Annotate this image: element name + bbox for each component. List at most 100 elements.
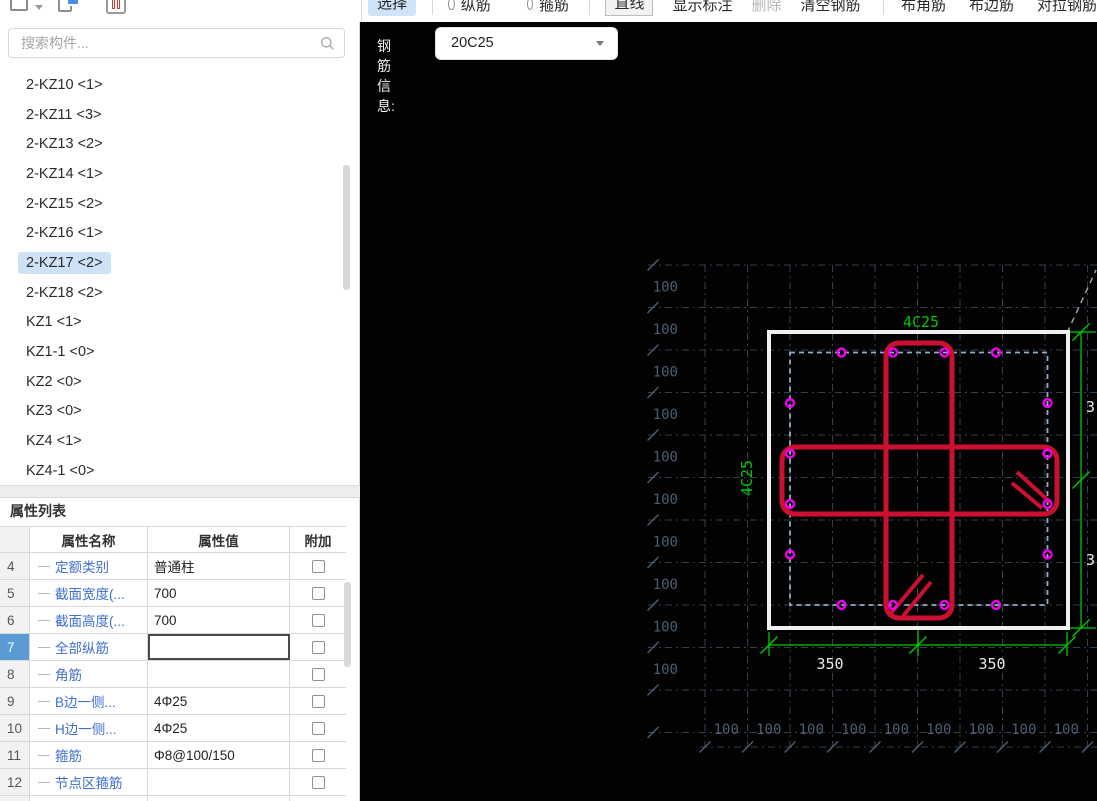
properties-title: 属性列表: [10, 503, 66, 519]
extra-checkbox[interactable]: [311, 586, 325, 600]
property-row-number: 11: [0, 742, 30, 768]
component-list: 2-KZ10 <1> 2-KZ11 <3> 2-KZ13 <2> 2-KZ14 <1>…: [0, 70, 352, 485]
delete-icon[interactable]: [106, 0, 126, 14]
tool-item[interactable]: 直线: [605, 0, 654, 16]
extra-checkbox[interactable]: [311, 667, 325, 681]
header-value: 属性值: [148, 527, 290, 552]
tree-connector: [38, 619, 50, 621]
property-row-number: 12: [0, 769, 30, 795]
property-row-number: 5: [0, 580, 30, 606]
property-row-number: 8: [0, 661, 30, 687]
tree-connector: [38, 754, 50, 756]
ruler-label-bottom: 100: [1054, 722, 1079, 738]
property-value-cell[interactable]: [148, 661, 290, 687]
radio-label[interactable]: 箍筋: [539, 0, 569, 15]
list-item[interactable]: 2-KZ17 <2>: [0, 248, 352, 278]
dim-text-right: 3: [1086, 398, 1095, 416]
list-item-label: 2-KZ13 <2>: [26, 136, 103, 153]
property-row: 12 节点区箍筋: [0, 769, 346, 796]
list-item[interactable]: KZ1-1 <0>: [0, 337, 352, 367]
tool-item[interactable]: 布角筋: [901, 0, 946, 15]
extra-checkbox[interactable]: [311, 721, 325, 735]
rebar-info-dropdown[interactable]: 20C25: [435, 27, 618, 60]
properties-table: 属性名称 属性值 附加 4 定额类别 普通柱 5 截面宽度(... 700 6 截…: [0, 526, 346, 801]
header-extra: 附加: [304, 533, 332, 549]
list-item[interactable]: 2-KZ15 <2>: [0, 189, 352, 219]
list-item[interactable]: 2-KZ14 <1>: [0, 159, 352, 189]
property-row: 8 角筋: [0, 661, 346, 688]
properties-scrollbar[interactable]: [344, 582, 351, 667]
tool-item[interactable]: 显示标注: [672, 0, 732, 15]
property-name: 节点区箍筋: [30, 769, 148, 795]
property-value-cell[interactable]: [148, 769, 290, 795]
property-value-cell[interactable]: [148, 634, 290, 660]
extra-checkbox[interactable]: [311, 694, 325, 708]
list-item-label: KZ2 <0>: [26, 373, 82, 390]
ruler-label-bottom: 100: [969, 722, 994, 738]
property-value-cell[interactable]: 普通柱: [148, 553, 290, 579]
top-toolbar: 选择 纵筋 箍筋 直线 显示标注 删除 清空钢筋 布角筋 布边筋 对拉钢筋: [0, 0, 1097, 22]
delete-icon-bar: [112, 0, 115, 9]
tool-item[interactable]: 布边筋: [969, 0, 1014, 15]
property-row-number: 9: [0, 688, 30, 714]
drawing-canvas[interactable]: 100 100 100 100 100 100 100 100 100 100 100 100 100 1…: [360, 22, 1097, 801]
tool-item[interactable]: 清空钢筋: [801, 0, 861, 15]
property-value-cell[interactable]: 4Φ25: [148, 715, 290, 741]
tool-item[interactable]: 删除: [751, 0, 781, 15]
copy-icon[interactable]: [58, 0, 84, 18]
list-item[interactable]: KZ2 <0>: [0, 367, 352, 397]
list-item[interactable]: 2-KZ16 <1>: [0, 218, 352, 248]
extra-checkbox[interactable]: [311, 640, 325, 654]
select-tool-button[interactable]: 选择: [368, 0, 417, 16]
property-value-cell[interactable]: 按截面: [148, 796, 290, 801]
list-item-label: 2-KZ18 <2>: [26, 284, 103, 301]
extra-checkbox[interactable]: [311, 748, 325, 762]
property-name: 定额类别: [30, 553, 148, 579]
list-item-label: 2-KZ16 <1>: [26, 225, 103, 242]
property-extra-cell: [290, 688, 346, 714]
list-item[interactable]: 2-KZ11 <3>: [0, 100, 352, 130]
radio-longitudinal[interactable]: [448, 0, 455, 10]
radio-stirrup[interactable]: [526, 0, 534, 10]
property-row: 6 截面高度(... 700: [0, 607, 346, 634]
ruler-label-bottom: 100: [1011, 722, 1036, 738]
extra-checkbox[interactable]: [311, 559, 325, 573]
property-row: 13 箍筋肢数 按截面: [0, 796, 346, 801]
panel-splitter[interactable]: [0, 485, 360, 498]
search-input[interactable]: [9, 29, 344, 57]
column-section-drawing[interactable]: 100 100 100 100 100 100 100 100 100 100 100 100 100 1…: [360, 22, 1097, 801]
tool-item[interactable]: 对拉钢筋: [1037, 0, 1097, 15]
component-actions: [0, 0, 360, 22]
new-component-icon[interactable]: [10, 0, 28, 11]
list-item-label: 2-KZ10 <1>: [26, 76, 103, 93]
list-item[interactable]: KZ4-1 <0>: [0, 456, 352, 485]
component-list-scrollbar[interactable]: [343, 165, 350, 290]
property-value-cell[interactable]: 700: [148, 607, 290, 633]
new-component-dropdown-icon[interactable]: [35, 5, 43, 10]
ruler-label-bottom: 100: [841, 722, 866, 738]
extra-checkbox[interactable]: [311, 613, 325, 627]
list-item[interactable]: KZ4 <1>: [0, 426, 352, 456]
search-icon[interactable]: [320, 36, 335, 51]
stirrup-horizontal-red[interactable]: [779, 444, 1060, 517]
list-item[interactable]: 2-KZ10 <1>: [0, 70, 352, 100]
property-name: 角筋: [30, 661, 148, 687]
list-item[interactable]: 2-KZ13 <2>: [0, 129, 352, 159]
property-row: 7 全部纵筋: [0, 634, 346, 661]
property-value-cell[interactable]: Φ8@100/150: [148, 742, 290, 768]
property-row-number: 13: [0, 796, 30, 801]
list-item-label: KZ4 <1>: [26, 433, 82, 450]
property-value-cell[interactable]: 700: [148, 580, 290, 606]
stirrup-perimeter-dashed[interactable]: [789, 351, 1049, 606]
property-value-cell[interactable]: 4Φ25: [148, 688, 290, 714]
list-item[interactable]: 2-KZ18 <2>: [0, 278, 352, 308]
extra-checkbox[interactable]: [311, 775, 325, 789]
list-item[interactable]: KZ1 <1>: [0, 308, 352, 338]
list-item[interactable]: KZ3 <0>: [0, 397, 352, 427]
rebar-info-value: 20C25: [451, 35, 494, 51]
header-num: [0, 527, 30, 552]
ruler-label-left: 100: [653, 619, 678, 635]
ruler-label-left: 100: [653, 534, 678, 550]
stirrup-hook[interactable]: [1010, 481, 1044, 510]
radio-label[interactable]: 纵筋: [461, 0, 491, 15]
